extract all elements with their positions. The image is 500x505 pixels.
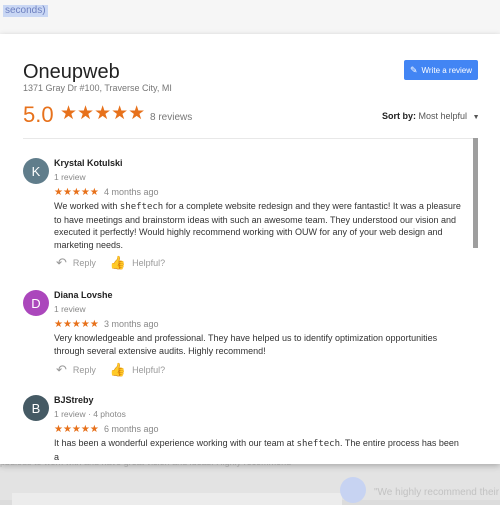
background-placeholder-bar — [12, 493, 342, 505]
review-count[interactable]: 8 reviews — [150, 112, 192, 123]
review-time: 6 months ago — [104, 424, 159, 434]
sort-value: Most helpful — [418, 111, 468, 121]
reply-label: Reply — [72, 365, 96, 375]
header-divider — [23, 138, 473, 139]
reviewer-meta: 1 review — [54, 304, 86, 314]
sort-dropdown[interactable]: Sort by: Most helpful ▼ — [382, 111, 480, 121]
reply-label: Reply — [72, 258, 96, 268]
pencil-icon: ✎ — [409, 64, 418, 75]
avatar[interactable]: B — [23, 395, 49, 421]
business-address: 1371 Gray Dr #100, Traverse City, MI — [23, 83, 172, 93]
review-text: We worked with sheftech for a complete w… — [54, 200, 464, 251]
review-text: It has been a wonderful experience worki… — [54, 437, 464, 463]
background-avatar — [340, 477, 366, 503]
reviewer-name[interactable]: Krystal Kotulski — [54, 158, 123, 168]
business-name: Oneupweb — [23, 61, 120, 83]
background-quote-snippet: "We highly recommend their serv — [374, 487, 500, 498]
avatar[interactable]: K — [23, 158, 49, 184]
review-text: Very knowledgeable and professional. The… — [54, 332, 464, 357]
review-time: 3 months ago — [104, 319, 159, 329]
brand-name: sheftech — [119, 202, 164, 212]
overall-rating-value: 5.0 — [23, 102, 54, 127]
brand-name: sheftech — [296, 439, 340, 449]
helpful-button[interactable]: 👍 Helpful? — [110, 255, 165, 271]
avatar[interactable]: D — [23, 290, 49, 316]
review-actions: ↶ Reply 👍 Helpful? — [56, 362, 165, 378]
review-stars: ★★★★★ — [54, 424, 99, 435]
reviewer-meta: 1 review · 4 photos — [54, 409, 126, 419]
review-stars: ★★★★★ — [54, 319, 99, 330]
review-text-start: It has been a wonderful experience worki… — [54, 438, 297, 448]
review-text-start: We worked with — [54, 201, 120, 211]
reviews-dialog: Oneupweb 1371 Gray Dr #100, Traverse Cit… — [0, 34, 500, 464]
reply-button[interactable]: ↶ Reply — [56, 362, 96, 378]
write-review-button[interactable]: ✎ Write a review — [404, 60, 478, 80]
overall-rating-stars: ★★★★★ — [60, 103, 146, 124]
sort-label: Sort by: — [382, 111, 417, 121]
reviewer-name[interactable]: Diana Lovshe — [54, 290, 113, 300]
reply-button[interactable]: ↶ Reply — [56, 255, 96, 271]
review-actions: ↶ Reply 👍 Helpful? — [56, 255, 165, 271]
reply-arrow-icon: ↶ — [56, 362, 67, 377]
chevron-down-icon: ▼ — [472, 114, 480, 121]
scrollbar-thumb[interactable] — [473, 138, 478, 248]
background-page-top: seconds) — [0, 0, 500, 34]
review-time: 4 months ago — [104, 187, 159, 197]
thumbs-up-icon: 👍 — [109, 255, 127, 270]
selected-text-fragment: seconds) — [3, 5, 48, 17]
reviewer-name[interactable]: BJStreby — [54, 395, 94, 405]
thumbs-up-icon: 👍 — [109, 362, 127, 377]
helpful-label: Helpful? — [132, 258, 166, 268]
helpful-button[interactable]: 👍 Helpful? — [110, 362, 165, 378]
reviewer-meta: 1 review — [54, 172, 86, 182]
helpful-label: Helpful? — [132, 365, 166, 375]
review-text-start: Very knowledgeable and professional. The… — [54, 333, 438, 356]
reply-arrow-icon: ↶ — [56, 255, 67, 270]
review-stars: ★★★★★ — [54, 187, 99, 198]
write-review-label: Write a review — [421, 65, 473, 75]
